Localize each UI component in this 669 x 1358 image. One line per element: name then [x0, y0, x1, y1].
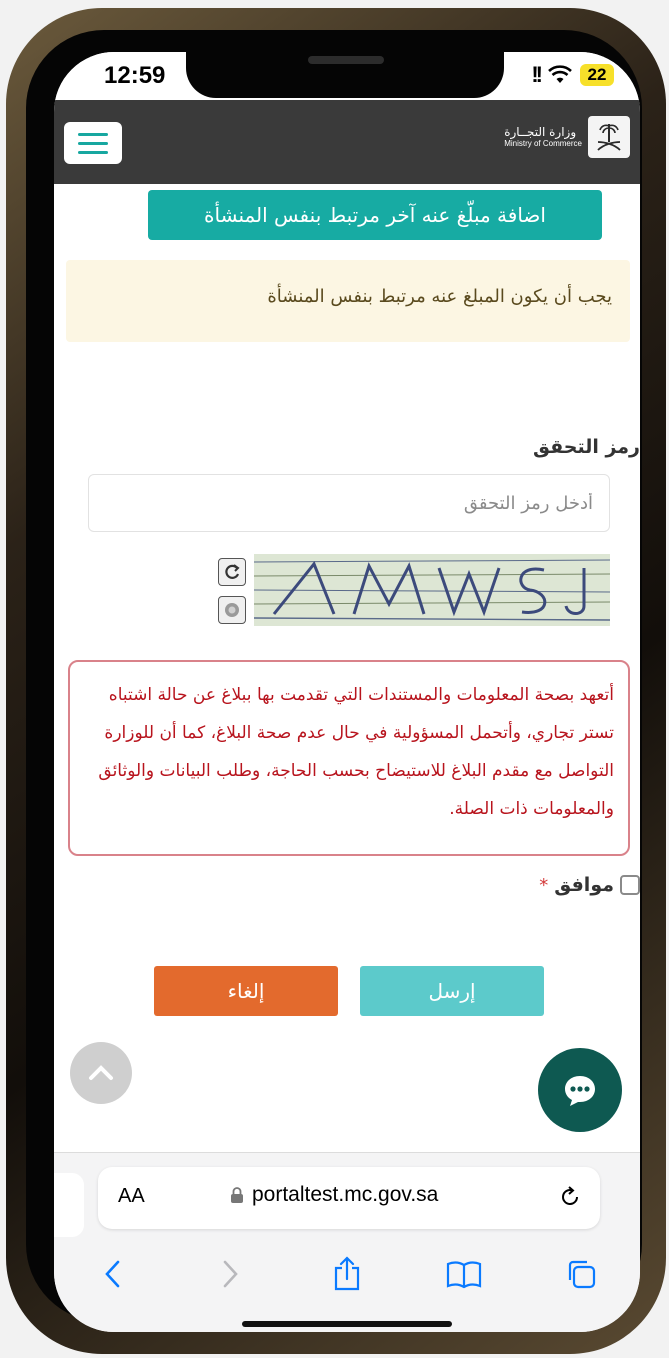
status-bar: 12:59 !! 22 — [54, 52, 640, 100]
address-bar[interactable]: AA portaltest.mc.gov.sa — [98, 1167, 600, 1229]
signal-icon: !! — [531, 62, 543, 87]
captcha-label: رمز التحقق — [532, 436, 640, 458]
notch-speaker — [308, 56, 384, 64]
back-button[interactable] — [93, 1254, 133, 1294]
reload-icon[interactable] — [556, 1183, 584, 1211]
tabs-button[interactable] — [561, 1254, 601, 1294]
phone-screen: 12:59 !! 22 وزارة التجــارة Ministry of … — [54, 52, 640, 1332]
hamburger-icon-line — [78, 150, 108, 154]
captcha-input[interactable] — [88, 474, 610, 532]
warning-alert: يجب أن يكون المبلغ عنه مرتبط بنفس المنشأ… — [66, 260, 630, 342]
scroll-to-top-button[interactable] — [70, 1042, 132, 1104]
logo-english: Ministry of Commerce — [504, 139, 582, 148]
chevron-up-icon — [89, 1065, 113, 1080]
hamburger-icon — [78, 132, 108, 136]
status-icons: !! 22 — [531, 62, 614, 88]
chat-bubble-icon — [565, 1076, 595, 1106]
wifi-icon — [548, 65, 572, 83]
tabs-icon — [569, 1260, 596, 1289]
status-time: 12:59 — [104, 62, 166, 89]
forward-button[interactable] — [210, 1254, 250, 1294]
share-icon — [334, 1256, 360, 1291]
logo-arabic: وزارة التجــارة — [504, 125, 577, 139]
hamburger-icon-line — [78, 141, 108, 145]
ministry-logo[interactable]: وزارة التجــارة Ministry of Commerce — [504, 116, 630, 158]
chat-button[interactable] — [538, 1048, 622, 1132]
captcha-audio-icon[interactable] — [218, 596, 246, 624]
captcha-image — [254, 554, 610, 626]
previous-tab-edge[interactable] — [54, 1173, 84, 1237]
book-icon — [447, 1261, 482, 1289]
browser-toolbar — [54, 1249, 640, 1299]
chevron-right-icon — [223, 1260, 238, 1288]
lock-icon — [231, 1187, 243, 1203]
agree-checkbox[interactable] — [620, 875, 640, 895]
share-button[interactable] — [327, 1254, 367, 1294]
reader-aa-button[interactable]: AA — [118, 1185, 145, 1208]
cancel-button[interactable]: إلغاء — [154, 966, 338, 1016]
submit-button[interactable]: إرسل — [360, 966, 544, 1016]
url-group[interactable]: portaltest.mc.gov.sa — [230, 1183, 438, 1207]
notch — [186, 52, 504, 98]
agree-row: موافق * — [539, 874, 640, 896]
main-content: اضافة مبلّغ عنه آخر مرتبط بنفس المنشأة ي… — [54, 184, 640, 1144]
battery-indicator: 22 — [580, 64, 614, 86]
add-reported-button[interactable]: اضافة مبلّغ عنه آخر مرتبط بنفس المنشأة — [148, 190, 602, 240]
home-indicator — [242, 1321, 452, 1327]
pledge-notice: أتعهد بصحة المعلومات والمستندات التي تقد… — [68, 660, 630, 856]
bookmarks-button[interactable] — [444, 1254, 484, 1294]
browser-bar: AA portaltest.mc.gov.sa — [54, 1152, 640, 1332]
palm-swords-emblem-icon — [588, 116, 630, 158]
agree-label[interactable]: موافق — [554, 874, 614, 896]
captcha-refresh-icon[interactable] — [218, 558, 246, 586]
site-header: وزارة التجــارة Ministry of Commerce — [54, 100, 640, 184]
logo-text: وزارة التجــارة Ministry of Commerce — [504, 125, 582, 149]
url-text[interactable]: portaltest.mc.gov.sa — [252, 1183, 438, 1207]
chevron-left-icon — [104, 1260, 119, 1288]
required-mark: * — [539, 874, 549, 896]
menu-button[interactable] — [64, 122, 122, 164]
